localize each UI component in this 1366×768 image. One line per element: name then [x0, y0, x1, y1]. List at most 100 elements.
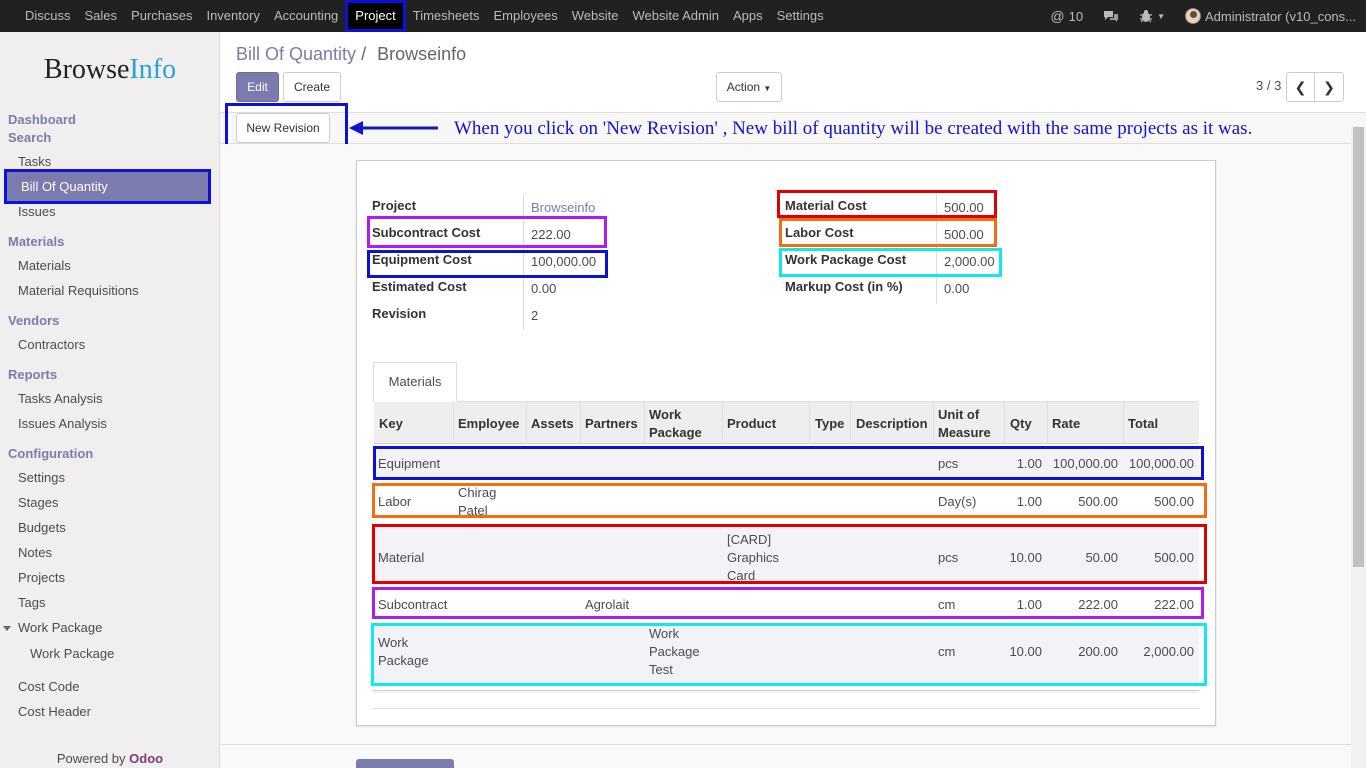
column-work-package[interactable]: Work Package [649, 406, 702, 442]
column-employee[interactable]: Employee [458, 415, 519, 433]
sidebar-item-materials[interactable]: Materials [18, 258, 71, 273]
column-separator [526, 402, 527, 444]
edit-button[interactable]: Edit [236, 72, 279, 102]
column-separator [580, 402, 581, 444]
sidebar-item-tasks[interactable]: Tasks [18, 154, 51, 169]
caret-down-icon: ▼ [1157, 11, 1165, 21]
sidebar-group-work-package[interactable]: Work Package [18, 620, 102, 635]
action-dropdown[interactable]: Action ▼ [716, 72, 782, 102]
menu-sales[interactable]: Sales [78, 0, 125, 32]
column-product[interactable]: Product [727, 415, 776, 433]
highlight-material-cost [777, 190, 997, 218]
menu-timesheets[interactable]: Timesheets [406, 0, 487, 32]
menu-settings[interactable]: Settings [770, 0, 831, 32]
sidebar-item-notes[interactable]: Notes [18, 545, 52, 560]
avatar [1184, 8, 1201, 24]
sidebar-item-cost-code[interactable]: Cost Code [18, 679, 79, 694]
sidebar-item-stages[interactable]: Stages [18, 495, 58, 510]
sidebar-item-issues-analysis[interactable]: Issues Analysis [18, 416, 107, 431]
menu-inventory[interactable]: Inventory [199, 0, 266, 32]
logo-text-info: Info [129, 54, 177, 85]
sidebar-item-contractors[interactable]: Contractors [18, 337, 85, 352]
action-label: Action [726, 80, 761, 94]
column-total[interactable]: Total [1128, 415, 1158, 433]
highlight-row-equipment [373, 446, 1204, 480]
chatter-button[interactable] [356, 759, 454, 768]
sidebar-item-tasks-analysis[interactable]: Tasks Analysis [18, 391, 103, 406]
menu-website[interactable]: Website [565, 0, 626, 32]
menu-discuss[interactable]: Discuss [18, 0, 78, 32]
sidebar-section-search[interactable]: Search [8, 130, 51, 145]
breadcrumb-parent[interactable]: Bill Of Quantity [236, 44, 356, 64]
breadcrumb: Bill Of Quantity / Browseinfo [236, 44, 466, 65]
highlight-labor-cost [779, 218, 997, 247]
column-partners[interactable]: Partners [585, 415, 638, 433]
column-work-package-line2: Package [649, 425, 702, 440]
menu-website-admin[interactable]: Website Admin [626, 0, 726, 32]
sidebar-item-bill-of-quantity[interactable]: Bill Of Quantity [4, 169, 211, 204]
top-navbar: Discuss Sales Purchases Inventory Accoun… [0, 0, 1366, 32]
menu-apps[interactable]: Apps [726, 0, 770, 32]
markup-cost-value: 0.00 [944, 281, 970, 296]
column-assets[interactable]: Assets [531, 415, 574, 433]
odoo-link[interactable]: Odoo [129, 751, 163, 766]
messaging-button[interactable] [1093, 9, 1129, 23]
revision-value: 2 [531, 308, 539, 323]
sidebar-item-issues[interactable]: Issues [18, 204, 56, 219]
systray: @ 10 ▼ Administrator (v10_cons... [1040, 0, 1366, 32]
menu-accounting[interactable]: Accounting [267, 0, 345, 32]
caret-down-icon [3, 626, 11, 631]
column-key[interactable]: Key [379, 415, 403, 433]
estimated-cost-value: 0.00 [531, 281, 557, 296]
column-description[interactable]: Description [856, 415, 928, 433]
tab-materials[interactable]: Materials [373, 362, 457, 402]
menu-project[interactable]: Project [345, 0, 406, 32]
sidebar-section-reports: Reports [8, 367, 58, 382]
debug-menu-button[interactable]: ▼ [1129, 9, 1175, 23]
sidebar-item-material-requisitions[interactable]: Material Requisitions [18, 283, 139, 298]
sidebar-item-budgets[interactable]: Budgets [18, 520, 66, 535]
caret-down-icon: ▼ [763, 84, 772, 93]
menu-purchases[interactable]: Purchases [124, 0, 199, 32]
main-menu: Discuss Sales Purchases Inventory Accoun… [0, 0, 831, 32]
estimated-cost-label: Estimated Cost [372, 279, 467, 294]
sidebar-section-materials: Materials [8, 234, 65, 249]
mentions-count: 10 [1068, 8, 1084, 24]
sidebar-section-configuration: Configuration [8, 446, 94, 461]
markup-cost-label: Markup Cost (in %) [785, 279, 903, 294]
scrollbar[interactable] [1351, 127, 1366, 768]
powered-by: Powered by Odoo [0, 751, 220, 766]
highlight-row-subcontract [372, 587, 1204, 619]
sidebar-item-cost-header[interactable]: Cost Header [18, 704, 91, 719]
scrollbar-thumb[interactable] [1353, 127, 1364, 567]
chevron-left-icon: ❮ [1294, 79, 1307, 95]
table-footer [373, 690, 1199, 693]
column-separator [1004, 402, 1005, 444]
pager-previous-button[interactable]: ❮ [1286, 72, 1315, 102]
column-separator [850, 402, 851, 444]
sidebar-item-projects[interactable]: Projects [18, 570, 65, 585]
sidebar: BrowseInfo Dashboard Search Tasks Bill O… [0, 32, 220, 768]
logo-text-browse: Browse [43, 54, 130, 85]
sidebar-section-dashboard[interactable]: Dashboard [8, 112, 76, 127]
menu-employees[interactable]: Employees [486, 0, 564, 32]
user-menu[interactable]: Administrator (v10_cons... [1175, 8, 1366, 24]
sidebar-item-tags[interactable]: Tags [18, 595, 45, 610]
sidebar-item-work-package[interactable]: Work Package [30, 646, 114, 661]
mentions-button[interactable]: @ 10 [1040, 8, 1093, 24]
table-bottom-line [373, 708, 1199, 709]
highlight-equipment-cost [367, 250, 608, 278]
sidebar-item-settings[interactable]: Settings [18, 470, 65, 485]
pager-next-button[interactable]: ❯ [1314, 72, 1344, 102]
project-value[interactable]: Browseinfo [531, 200, 595, 215]
column-qty[interactable]: Qty [1010, 415, 1032, 433]
column-unit-of-measure[interactable]: Unit of Measure [938, 406, 991, 442]
column-separator [1047, 402, 1048, 444]
column-work-package-line1: Work [649, 407, 682, 422]
create-button[interactable]: Create [283, 72, 341, 102]
column-rate[interactable]: Rate [1052, 415, 1080, 433]
column-separator [722, 402, 723, 444]
sidebar-section-vendors: Vendors [8, 313, 60, 328]
highlight-row-labor [372, 483, 1207, 518]
column-type[interactable]: Type [815, 415, 844, 433]
